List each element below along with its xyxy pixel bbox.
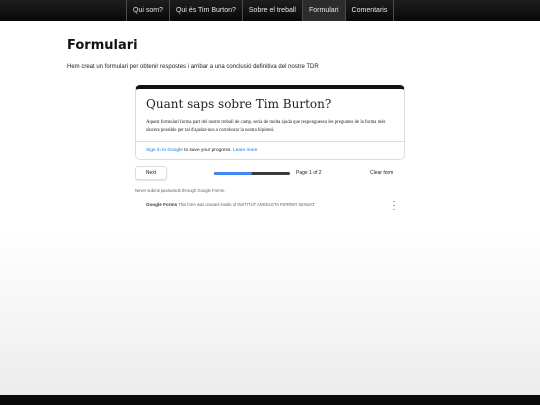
bottom-bar bbox=[0, 395, 540, 405]
top-navigation-bar: Qui som? Qui és Tim Burton? Sobre el tre… bbox=[0, 0, 540, 21]
google-forms-logo[interactable]: Google Forms bbox=[146, 202, 177, 207]
nav-menu: Qui som? Qui és Tim Burton? Sobre el tre… bbox=[126, 0, 395, 21]
form-title: Quant saps sobre Tim Burton? bbox=[146, 97, 332, 111]
kebab-menu-icon[interactable] bbox=[392, 201, 396, 210]
signin-notice: Sign in to Google to save your progress.… bbox=[146, 148, 257, 153]
form-header-card: Quant saps sobre Tim Burton? Aquest form… bbox=[135, 85, 405, 160]
nav-item-formulari[interactable]: Formulari bbox=[301, 0, 345, 21]
page-title: Formulari bbox=[67, 38, 138, 53]
progress-bar bbox=[214, 172, 290, 175]
footer-text: This form was created inside of INSTITUT… bbox=[177, 202, 315, 207]
card-divider bbox=[136, 141, 404, 142]
nav-item-comentaris[interactable]: Comentaris bbox=[344, 0, 395, 21]
form-description: Aquest formulari forma part del nostre t… bbox=[146, 120, 386, 133]
nav-item-qui-som[interactable]: Qui som? bbox=[126, 0, 169, 21]
nav-item-qui-es-tim-burton[interactable]: Qui és Tim Burton? bbox=[168, 0, 242, 21]
learn-more-link[interactable]: Learn more bbox=[233, 148, 258, 153]
progress-bar-fill bbox=[214, 172, 252, 175]
password-warning: Never submit passwords through Google Fo… bbox=[135, 188, 226, 193]
sign-in-link[interactable]: Sign in to Google bbox=[146, 148, 183, 153]
nav-item-sobre-el-treball[interactable]: Sobre el treball bbox=[241, 0, 302, 21]
form-footer: Google Forms This form was created insid… bbox=[146, 202, 315, 207]
signin-notice-text: to save your progress. bbox=[182, 148, 233, 153]
page-intro-text: Hem creat un formulari per obtenir respo… bbox=[67, 64, 319, 70]
page-counter: Page 1 of 2 bbox=[296, 170, 322, 176]
clear-form-button[interactable]: Clear form bbox=[370, 170, 393, 176]
next-button[interactable]: Next bbox=[135, 166, 167, 180]
